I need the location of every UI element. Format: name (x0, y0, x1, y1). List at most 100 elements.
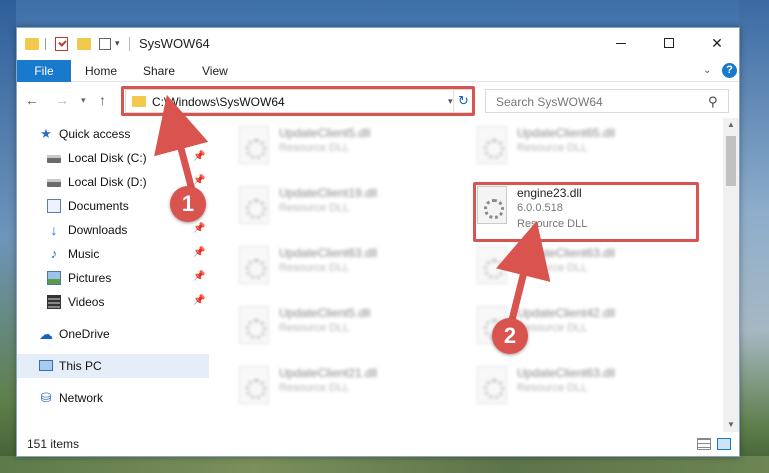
file-list: UpdateClient5.dll Resource DLL UpdateCli… (209, 118, 723, 432)
file-name: UpdateClient63.dll (517, 246, 616, 260)
toolbar-separator (129, 37, 130, 51)
details-view-icon[interactable] (697, 438, 711, 450)
scroll-down-icon[interactable]: ▼ (727, 420, 735, 429)
tab-file[interactable]: File (17, 60, 71, 82)
navigation-bar: ← → ▾ ↑ C:\Windows\SysWOW64 ▾ ↻ Search S… (17, 84, 739, 118)
pin-icon[interactable]: 📌 (193, 151, 205, 162)
search-icon[interactable]: ⚲ (708, 94, 718, 110)
search-box[interactable]: Search SysWOW64 ⚲ (485, 89, 729, 113)
chevron-down-icon[interactable]: ▾ (115, 38, 120, 54)
toolbar-separator (45, 38, 46, 50)
sidebar-item-label: Local Disk (D:) (68, 175, 147, 189)
back-arrow-icon[interactable]: ← (25, 92, 39, 108)
maximize-icon (664, 38, 674, 48)
address-highlight-box (121, 86, 475, 116)
music-icon: ♪ (50, 246, 58, 261)
pin-icon[interactable]: 📌 (193, 271, 205, 282)
search-input[interactable]: Search SysWOW64 (496, 95, 603, 109)
list-item[interactable]: UpdateClient21.dll Resource DLL (229, 362, 459, 410)
sidebar-item-this-pc[interactable]: This PC (17, 354, 209, 378)
list-item[interactable]: UpdateClient63.dll Resource DLL (467, 362, 697, 410)
pin-icon[interactable]: 📌 (193, 247, 205, 258)
sidebar-item-pictures[interactable]: Pictures 📌 (17, 266, 209, 290)
sidebar-item-label: Videos (68, 295, 105, 309)
network-icon: ⛁ (40, 390, 52, 405)
large-icons-view-icon[interactable] (717, 438, 731, 450)
disk-icon (47, 179, 61, 187)
disk-icon (47, 155, 61, 163)
step-1-marker: 1 (170, 186, 206, 222)
sidebar-item-onedrive[interactable]: ☁ OneDrive (17, 322, 209, 346)
expand-ribbon-icon[interactable]: ⌄ (703, 65, 711, 76)
step-2-marker: 2 (492, 318, 528, 354)
status-bar: 151 items (17, 432, 739, 456)
navigation-pane: ★ Quick access Local Disk (C:) 📌 Local D… (17, 118, 209, 432)
folder-icon (25, 38, 39, 50)
list-item[interactable]: UpdateClient63.dll Resource DLL (467, 242, 697, 290)
help-icon[interactable]: ? (722, 63, 737, 78)
pin-icon[interactable]: 📌 (193, 295, 205, 306)
pictures-icon (47, 271, 61, 285)
file-type: Resource DLL (517, 382, 588, 394)
forward-arrow-icon[interactable]: → (55, 92, 69, 108)
list-item[interactable]: UpdateClient19.dll Resource DLL (229, 182, 459, 230)
desktop-background-left (0, 0, 16, 473)
scrollbar-thumb[interactable] (726, 136, 736, 186)
file-name: UpdateClient19.dll (279, 186, 378, 200)
file-name: UpdateClient63.dll (517, 366, 616, 380)
close-button[interactable]: ✕ (693, 28, 741, 58)
file-name: UpdateClient65.dll (517, 126, 616, 140)
minimize-button[interactable] (597, 28, 645, 58)
file-type: Resource DLL (279, 202, 350, 214)
dll-file-icon (239, 126, 269, 164)
list-item[interactable]: UpdateClient5.dll Resource DLL (229, 122, 459, 170)
customize-toolbar-icon[interactable] (99, 38, 111, 50)
sidebar-item-label: Quick access (59, 127, 131, 141)
recent-locations-icon[interactable]: ▾ (81, 95, 86, 106)
file-name: UpdateClient63.dll (279, 246, 378, 260)
list-item[interactable]: UpdateClient63.dll Resource DLL (229, 242, 459, 290)
tab-share[interactable]: Share (133, 60, 185, 82)
pin-icon[interactable]: 📌 (193, 175, 205, 186)
file-name: UpdateClient5.dll (279, 306, 371, 320)
sidebar-item-local-disk-c[interactable]: Local Disk (C:) 📌 (17, 146, 209, 170)
sidebar-item-network[interactable]: ⛁ Network (17, 386, 209, 410)
sidebar-item-downloads[interactable]: ↓ Downloads 📌 (17, 218, 209, 242)
file-type: Resource DLL (279, 382, 350, 394)
sidebar-item-label: Pictures (68, 271, 112, 285)
title-bar: ▾ SysWOW64 ✕ (17, 28, 739, 60)
sidebar-item-music[interactable]: ♪ Music 📌 (17, 242, 209, 266)
tab-home[interactable]: Home (75, 60, 127, 82)
file-highlight-box (473, 182, 699, 242)
ribbon-tabs: File Home Share View ⌄ ? (17, 60, 739, 82)
pc-icon (39, 360, 53, 371)
tab-view[interactable]: View (192, 60, 238, 82)
vertical-scrollbar[interactable]: ▲ ▼ (723, 118, 739, 432)
sidebar-item-label: Network (59, 391, 104, 405)
file-name: UpdateClient42.dll (517, 306, 616, 320)
window-title: SysWOW64 (139, 36, 210, 51)
sidebar-item-videos[interactable]: Videos 📌 (17, 290, 209, 314)
sidebar-item-label: OneDrive (59, 327, 110, 341)
up-arrow-icon[interactable]: ↑ (99, 92, 106, 108)
scroll-up-icon[interactable]: ▲ (727, 120, 735, 129)
sidebar-item-label: Music (68, 247, 100, 261)
pin-icon[interactable]: 📌 (193, 223, 205, 234)
videos-icon (47, 295, 61, 309)
properties-icon[interactable] (55, 37, 68, 51)
sidebar-item-label: Documents (68, 199, 129, 213)
desktop-background-bottom (0, 456, 769, 473)
list-item[interactable]: UpdateClient65.dll Resource DLL (467, 122, 697, 170)
sidebar-item-quick-access[interactable]: ★ Quick access (17, 122, 209, 146)
new-folder-icon[interactable] (77, 38, 91, 50)
minimize-icon (616, 42, 626, 44)
dll-file-icon (477, 126, 507, 164)
cloud-icon: ☁ (39, 326, 53, 342)
file-type: Resource DLL (517, 262, 588, 274)
dll-file-icon (239, 186, 269, 224)
list-item[interactable]: UpdateClient5.dll Resource DLL (229, 302, 459, 350)
maximize-button[interactable] (645, 28, 693, 58)
file-name: UpdateClient21.dll (279, 366, 378, 380)
dll-file-icon (239, 306, 269, 344)
star-icon: ★ (40, 126, 52, 141)
